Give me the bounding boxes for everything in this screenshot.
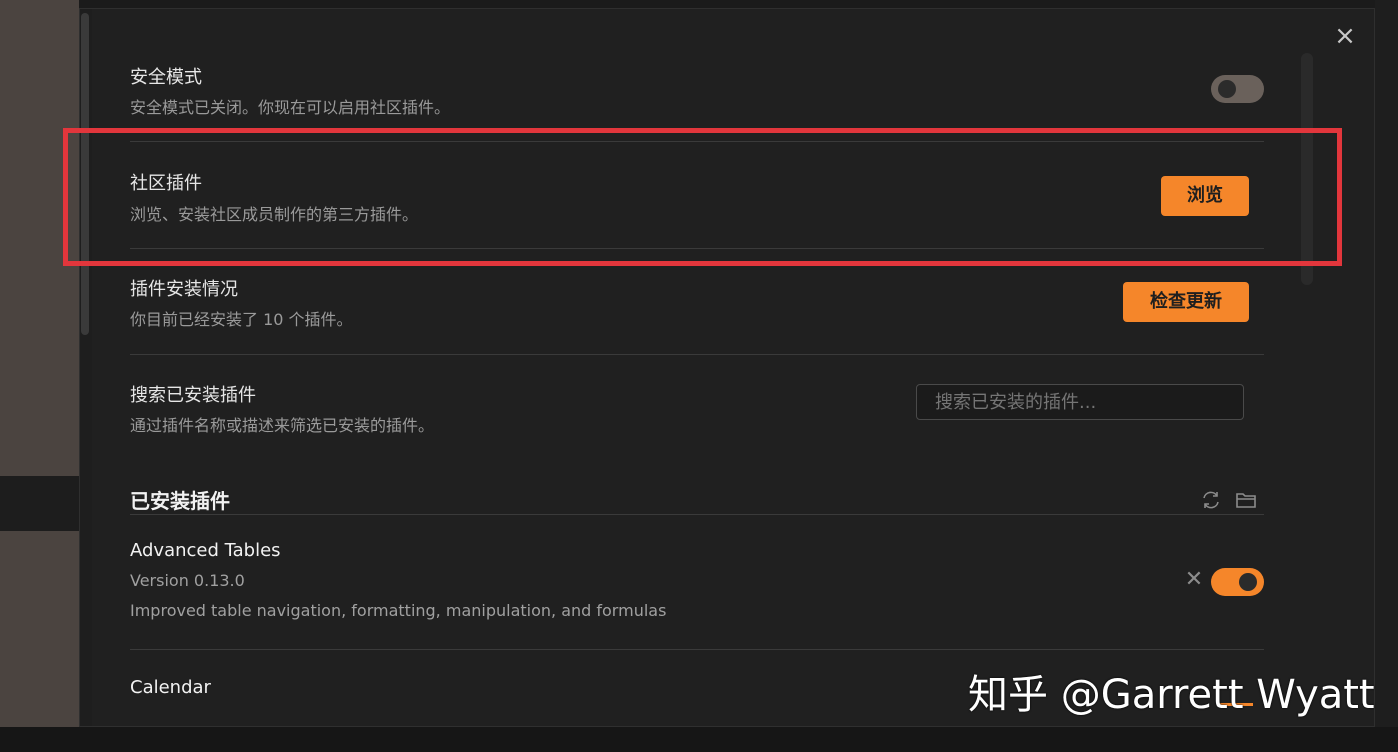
background-bottom-bar	[0, 727, 1398, 752]
toggle-knob	[1218, 80, 1236, 98]
setting-desc: 通过插件名称或描述来筛选已安装的插件。	[130, 416, 435, 435]
background-right-panel	[1375, 0, 1398, 752]
background-left-selected-row	[0, 476, 79, 531]
modal-sidebar-scrollbar[interactable]	[80, 9, 92, 726]
setting-desc: 你目前已经安装了 10 个插件。	[130, 310, 353, 329]
reload-icon[interactable]	[1200, 489, 1222, 511]
safe-mode-toggle[interactable]	[1211, 75, 1264, 103]
watermark: 知乎 @Garrett Wyatt	[968, 672, 1375, 718]
setting-title: 搜索已安装插件	[130, 385, 256, 406]
setting-desc: 安全模式已关闭。你现在可以启用社区插件。	[130, 98, 451, 117]
installed-plugins-heading: 已安装插件	[130, 489, 230, 513]
settings-modal: × 安全模式 安全模式已关闭。你现在可以启用社区插件。 社区插件 浏览、安装社区…	[79, 8, 1375, 727]
plugin-row-divider	[130, 549, 1264, 650]
setting-title: 安全模式	[130, 67, 202, 88]
close-icon[interactable]: ×	[1334, 23, 1356, 49]
search-installed-input[interactable]	[916, 384, 1244, 420]
setting-safe-mode: 安全模式 安全模式已关闭。你现在可以启用社区插件。	[130, 9, 1264, 142]
background-left-panel	[0, 0, 79, 752]
section-divider	[130, 514, 1264, 515]
folder-icon[interactable]	[1235, 489, 1257, 511]
check-updates-button[interactable]: 检查更新	[1123, 282, 1249, 322]
annotation-highlight-box	[63, 128, 1342, 266]
plugin-name: Calendar	[130, 677, 211, 698]
setting-title: 插件安装情况	[130, 279, 238, 300]
